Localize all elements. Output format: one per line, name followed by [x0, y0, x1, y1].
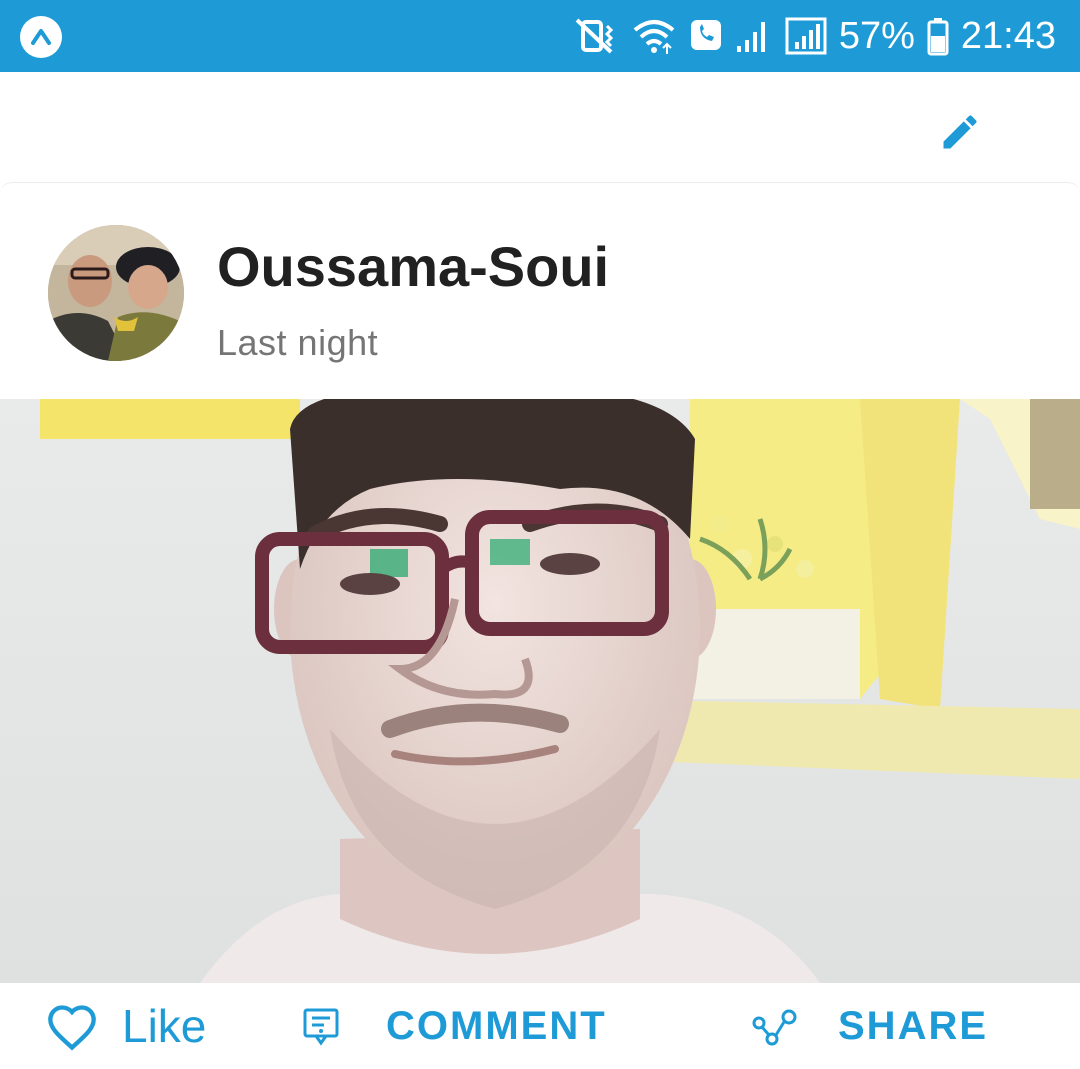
clock: 21:43 — [960, 15, 1056, 57]
battery-icon — [927, 16, 949, 56]
battery-percent: 57% — [838, 15, 915, 57]
post-actions: Like COMMENT SHARE — [0, 983, 1080, 1069]
author-name[interactable]: Oussama-Soui — [217, 235, 609, 299]
status-indicators: 57% 21:43 — [575, 0, 1056, 72]
post-photo[interactable] — [0, 399, 1080, 983]
like-label: Like — [122, 1000, 207, 1052]
edit-button[interactable] — [934, 106, 986, 158]
pencil-icon — [943, 115, 977, 149]
vibrate-mute-icon — [575, 16, 619, 56]
share-label: SHARE — [838, 1004, 989, 1048]
status-bar: 57% 21:43 — [0, 0, 1080, 72]
app-logo-icon — [20, 16, 62, 58]
share-nodes-icon — [752, 1009, 797, 1045]
heart-outline-icon — [48, 1004, 96, 1051]
comment-label: COMMENT — [386, 1004, 607, 1048]
like-button[interactable]: Like — [46, 983, 206, 1069]
selfie-photo — [0, 399, 1080, 983]
signal-bars-icon — [785, 16, 827, 56]
wifi-calling-icon — [689, 16, 723, 56]
comment-button[interactable]: COMMENT — [302, 983, 607, 1069]
signal-bars-icon — [735, 16, 773, 56]
profile-photo — [48, 225, 184, 361]
post-timestamp: Last night — [217, 322, 379, 363]
comment-bubble-icon — [303, 1008, 339, 1046]
top-toolbar — [0, 72, 1080, 182]
share-button[interactable]: SHARE — [752, 983, 988, 1069]
wifi-icon — [631, 16, 677, 56]
post-card: Oussama-Soui Last night Like COMMENT SHA… — [0, 182, 1080, 1069]
author-avatar[interactable] — [48, 225, 184, 361]
